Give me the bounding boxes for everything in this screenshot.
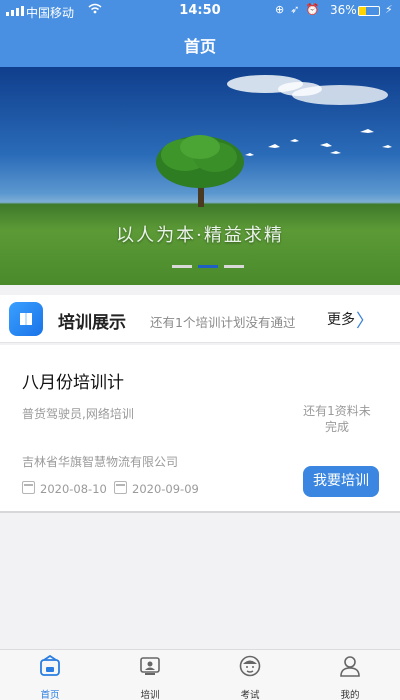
card-company: 吉林省华旗智慧物流有限公司 (22, 455, 179, 469)
card-title: 八月份培训计 (22, 373, 124, 393)
carousel-dot[interactable] (224, 265, 244, 268)
tab-training[interactable]: 培训 (120, 650, 180, 700)
start-date: 2020-08-10 (40, 482, 107, 496)
battery-percent: 36% (330, 3, 357, 17)
tab-profile-label: 我的 (340, 690, 360, 700)
chevron-right-icon[interactable]: 〉 (356, 307, 374, 333)
status-bar: 中国移动 14:50 ⊕➶⏰ 36% ⚡ (0, 0, 400, 22)
section-notice: 还有1个培训计划没有通过 (150, 315, 296, 330)
book-icon (9, 302, 43, 336)
app-header: 中国移动 14:50 ⊕➶⏰ 36% ⚡ 首页 (0, 0, 400, 67)
exam-icon (239, 655, 261, 677)
profile-icon (340, 656, 360, 677)
banner-slogan: 以人为本·精益求精 (116, 225, 284, 246)
status-icons: ⊕➶⏰ (275, 3, 325, 16)
more-link[interactable]: 更多 (327, 309, 355, 329)
charging-icon: ⚡ (385, 3, 393, 16)
card-status: 还有1资料未 完成 (292, 403, 382, 435)
bottom-tab-bar: 首页 培训 考试 我的 (0, 649, 400, 700)
home-icon (40, 655, 60, 676)
carousel-indicator (172, 265, 244, 268)
card-status-line2: 完成 (324, 420, 349, 434)
tab-exam-label: 考试 (240, 690, 260, 700)
battery-icon (358, 6, 380, 16)
calendar-icon (22, 481, 35, 494)
training-icon (140, 657, 160, 675)
section-title: 培训展示 (58, 313, 126, 333)
tab-home-label: 首页 (40, 690, 60, 700)
card-status-line1: 还有1资料未 (303, 404, 371, 418)
training-section-header: 培训展示 还有1个培训计划没有通过 更多 〉 (0, 295, 400, 343)
battery-level-fill (359, 7, 367, 15)
card-description: 普货驾驶员,网络培训 (22, 407, 134, 421)
start-training-button[interactable]: 我要培训 (303, 466, 379, 497)
tab-profile[interactable]: 我的 (320, 650, 380, 700)
tab-training-label: 培训 (140, 690, 160, 700)
tab-home[interactable]: 首页 (20, 650, 80, 700)
calendar-icon (114, 481, 127, 494)
banner-carousel[interactable]: 以人为本·精益求精 (0, 67, 400, 285)
carousel-dot[interactable] (172, 265, 192, 268)
location-icon: ➶ (290, 3, 306, 16)
training-card[interactable]: 八月份培训计 普货驾驶员,网络培训 还有1资料未 完成 吉林省华旗智慧物流有限公… (0, 345, 400, 513)
tab-exam[interactable]: 考试 (220, 650, 280, 700)
banner-image (156, 75, 392, 207)
end-date: 2020-09-09 (132, 482, 199, 496)
alarm-icon: ⏰ (305, 3, 326, 16)
orientation-lock-icon: ⊕ (275, 3, 291, 16)
page-title: 首页 (183, 37, 216, 56)
carousel-dot-active[interactable] (198, 265, 218, 268)
